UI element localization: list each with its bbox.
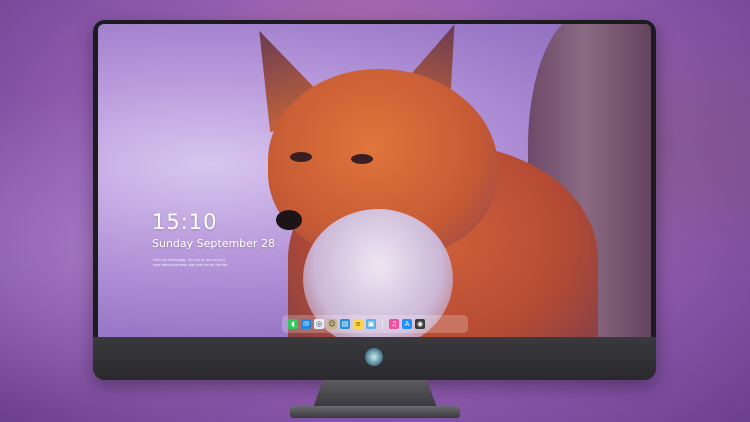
- fox-nose: [276, 210, 302, 230]
- lockscreen-note-line2: your latest programs, stay with me for t…: [153, 263, 228, 267]
- monitor-stand-neck: [313, 380, 437, 408]
- brand-logo-icon: [365, 348, 383, 366]
- lockscreen-date: Sunday September 28: [152, 237, 275, 250]
- mail-icon[interactable]: ✉: [301, 319, 311, 329]
- compass-icon[interactable]: ◎: [314, 319, 324, 329]
- notes-icon[interactable]: ≡: [353, 319, 363, 329]
- finder-icon[interactable]: ☺: [327, 319, 337, 329]
- messages-icon[interactable]: ◖: [288, 319, 298, 329]
- photo-icon[interactable]: ▣: [366, 319, 376, 329]
- dock-separator: [382, 318, 383, 330]
- music-icon[interactable]: ♫: [389, 319, 399, 329]
- monitor: 15:10 Sunday September 28 Hello my techn…: [93, 20, 656, 380]
- dock: ◖ ✉ ◎ ☺ ▤ ≡ ▣ ♫ A ◉: [282, 315, 468, 333]
- lockscreen-time: 15:10: [152, 210, 218, 234]
- app-store-icon[interactable]: A: [402, 319, 412, 329]
- camera-icon[interactable]: ◉: [415, 319, 425, 329]
- fox-eye-left: [290, 152, 312, 162]
- lockscreen-note: Hello my technology, it's nice to see yo…: [153, 258, 263, 268]
- screen: 15:10 Sunday September 28 Hello my techn…: [98, 24, 651, 337]
- monitor-stand-base: [290, 406, 460, 418]
- monitor-chin: [93, 337, 656, 380]
- clapperboard-icon[interactable]: ▤: [340, 319, 350, 329]
- fox-eye-right: [351, 154, 373, 164]
